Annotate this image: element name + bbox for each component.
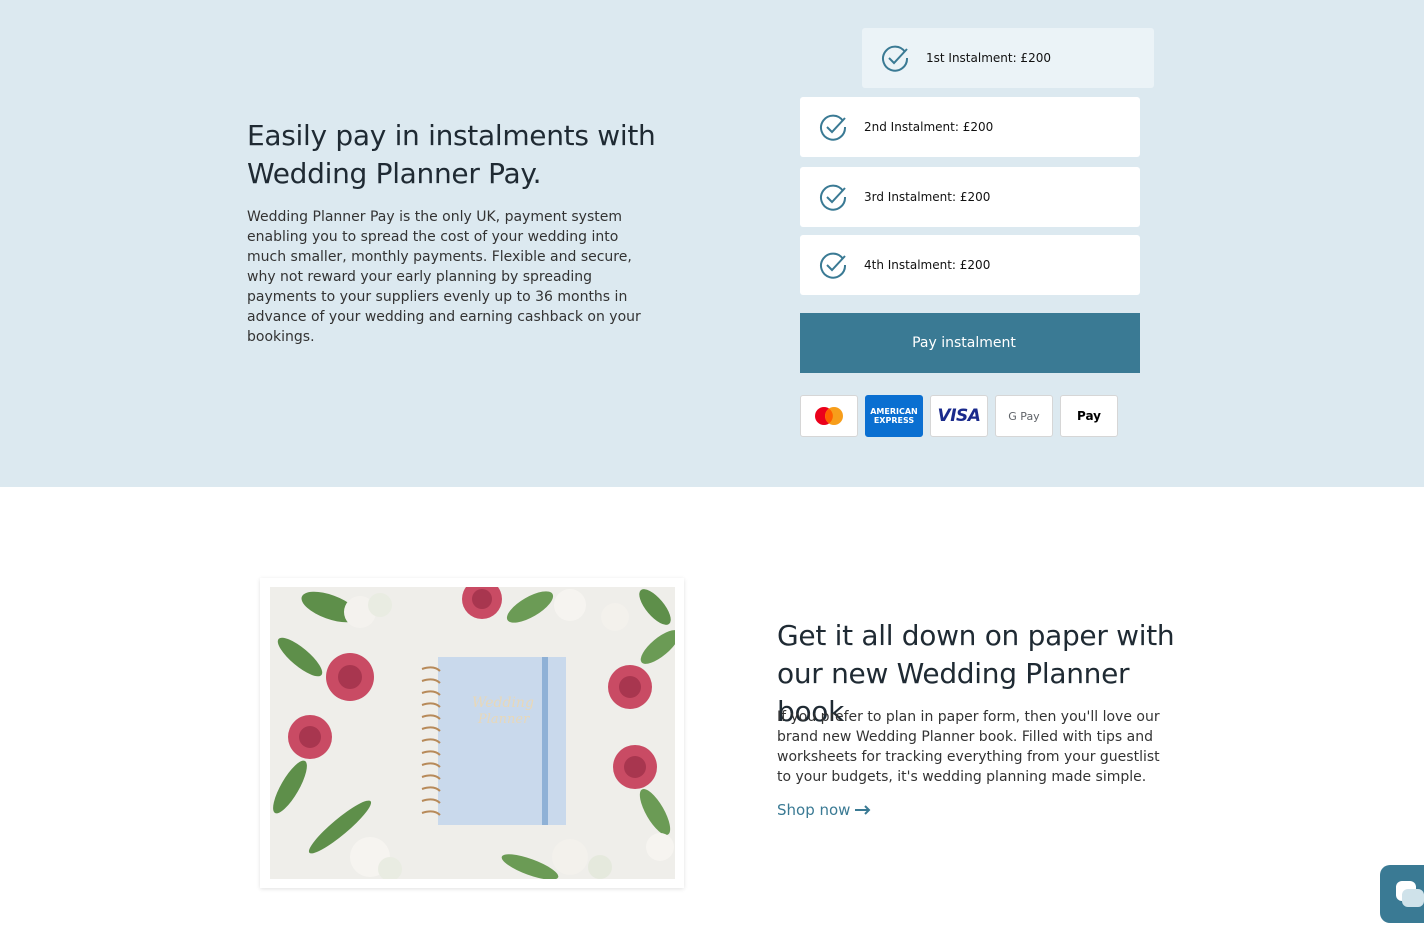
shop-now-label: Shop now	[777, 801, 851, 819]
check-icon	[818, 112, 848, 142]
check-icon	[818, 182, 848, 212]
pay-title: Easily pay in instalments with Wedding P…	[247, 119, 656, 190]
notebook-line1: Wedding	[472, 695, 534, 711]
instalment-label: 3rd Instalment: £200	[864, 190, 991, 204]
amex-line1: AMERICAN	[870, 407, 918, 416]
instalment-label: 1st Instalment: £200	[926, 51, 1051, 65]
gpay-text: G Pay	[1008, 409, 1040, 423]
mastercard-icon	[800, 395, 858, 437]
notebook-line2: Planner	[477, 712, 530, 727]
chat-icon-back	[1402, 889, 1424, 907]
pay-description: Wedding Planner Pay is the only UK, paym…	[247, 209, 641, 345]
visa-text: VISA	[937, 406, 981, 426]
amex-line2: EXPRESS	[873, 416, 915, 425]
instalment-item-3: 3rd Instalment: £200	[800, 167, 1140, 227]
book-description: If you prefer to plan in paper form, the…	[777, 709, 1160, 785]
pay-section: Easily pay in instalments with Wedding P…	[0, 0, 1424, 487]
instalment-item-4: 4th Instalment: £200	[800, 235, 1140, 295]
google-pay-icon: G Pay	[995, 395, 1053, 437]
instalment-item-1: 1st Instalment: £200	[862, 28, 1154, 88]
instalment-item-2: 2nd Instalment: £200	[800, 97, 1140, 157]
shop-now-link[interactable]: Shop now	[777, 801, 871, 819]
apay-text: Pay	[1076, 409, 1102, 423]
apple-pay-icon: Pay	[1060, 395, 1118, 437]
payment-methods: AMERICAN EXPRESS VISA G Pay Pay	[800, 395, 1118, 437]
wedding-planner-book-photo: Wedding Planner	[270, 587, 675, 879]
wedding-planner-book-photo-frame: Wedding Planner	[260, 578, 684, 888]
check-icon	[818, 250, 848, 280]
visa-icon: VISA	[930, 395, 988, 437]
amex-icon: AMERICAN EXPRESS	[865, 395, 923, 437]
chat-button[interactable]	[1380, 865, 1424, 923]
instalment-label: 4th Instalment: £200	[864, 258, 991, 272]
instalment-label: 2nd Instalment: £200	[864, 120, 994, 134]
check-icon	[880, 43, 910, 73]
pay-instalment-button[interactable]: Pay instalment	[800, 313, 1140, 373]
arrow-right-icon	[855, 801, 871, 819]
